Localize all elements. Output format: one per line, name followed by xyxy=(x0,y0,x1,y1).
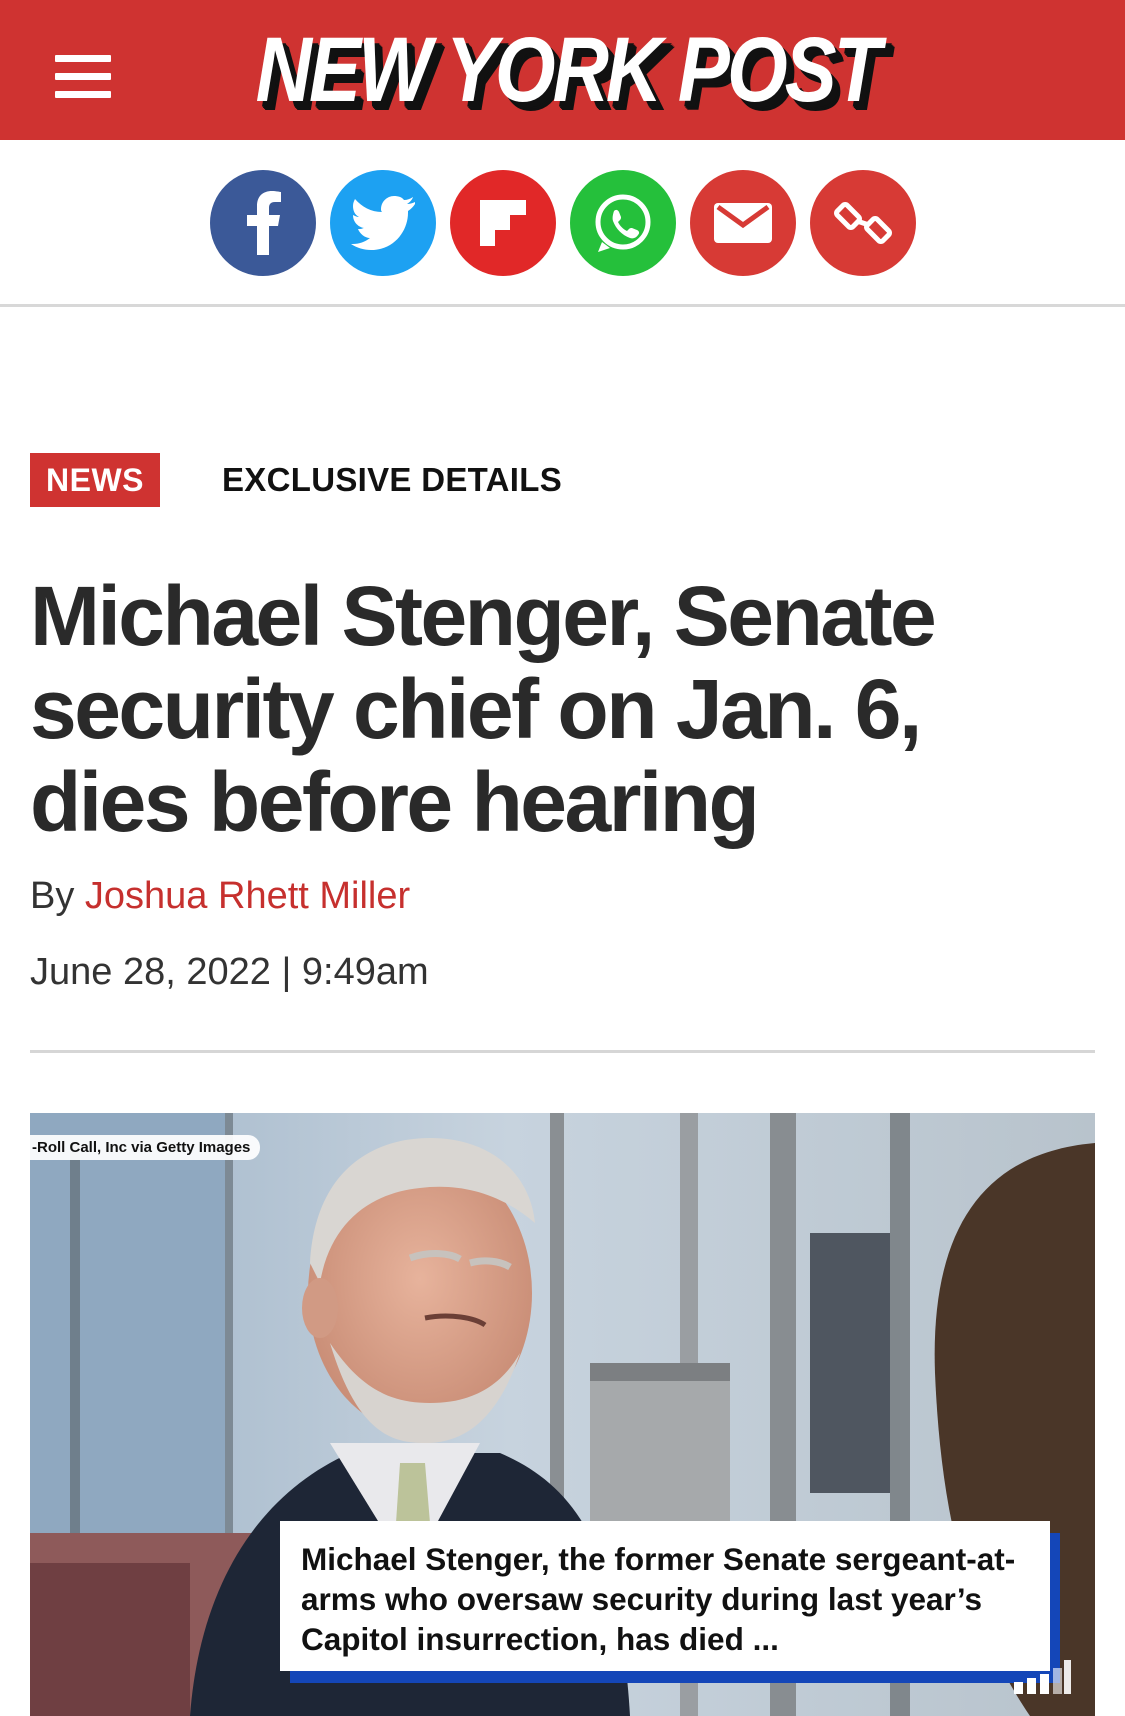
photo-credit: -Roll Call, Inc via Getty Images xyxy=(30,1135,261,1160)
hamburger-menu-icon[interactable] xyxy=(55,55,111,98)
site-header: NEW YORK POST xyxy=(0,0,1125,140)
article-tag[interactable]: EXCLUSIVE DETAILS xyxy=(222,453,562,507)
twitter-icon xyxy=(351,196,415,250)
share-bar xyxy=(0,140,1125,307)
byline-prefix: By xyxy=(30,875,85,917)
email-icon xyxy=(714,203,772,243)
article-headline: Michael Stenger, Senate security chief o… xyxy=(30,569,937,849)
twitter-share-button[interactable] xyxy=(330,170,436,276)
section-badge[interactable]: NEWS xyxy=(30,453,160,507)
copy-link-button[interactable] xyxy=(810,170,916,276)
site-logo[interactable]: NEW YORK POST xyxy=(232,14,902,124)
flipboard-share-button[interactable] xyxy=(450,170,556,276)
divider xyxy=(30,1050,1095,1053)
whatsapp-share-button[interactable] xyxy=(570,170,676,276)
date-separator: | xyxy=(270,951,302,993)
publish-date: June 28, 2022 xyxy=(30,951,271,993)
author-link[interactable]: Joshua Rhett Miller xyxy=(85,875,410,917)
facebook-share-button[interactable] xyxy=(210,170,316,276)
volume-bars-icon[interactable] xyxy=(1012,1660,1072,1696)
link-icon xyxy=(834,202,892,244)
email-share-button[interactable] xyxy=(690,170,796,276)
whatsapp-icon xyxy=(595,194,651,252)
video-caption: Michael Stenger, the former Senate serge… xyxy=(280,1521,1050,1671)
flipboard-icon xyxy=(480,200,526,246)
byline: By Joshua Rhett Miller xyxy=(30,872,410,920)
publish-time: 9:49am xyxy=(301,951,429,993)
facebook-icon xyxy=(247,191,281,255)
publish-dateline: June 28, 2022 | 9:49am xyxy=(30,948,429,996)
logo-text: NEW YORK POST xyxy=(255,16,882,121)
